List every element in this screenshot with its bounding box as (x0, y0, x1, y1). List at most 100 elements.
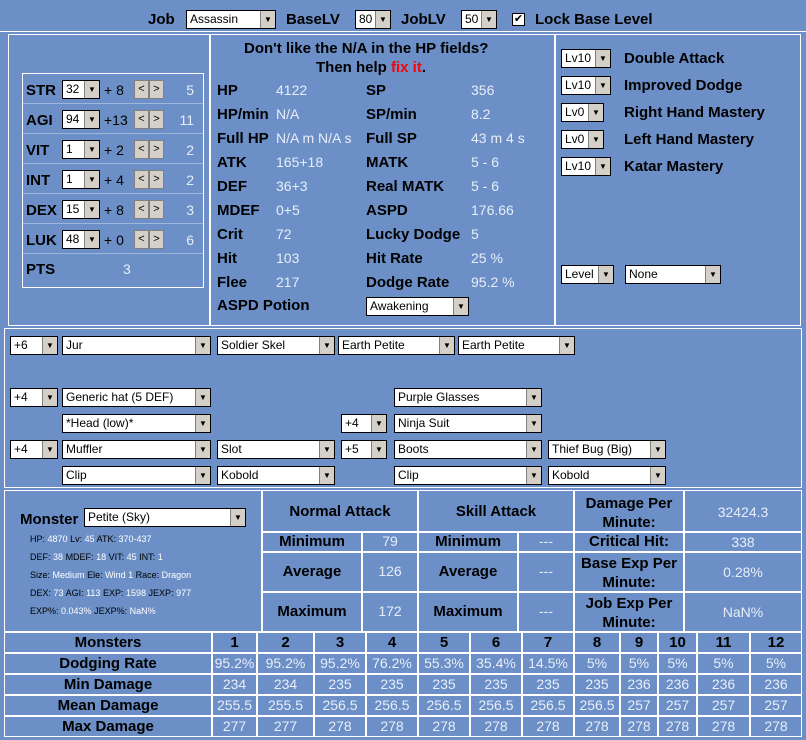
table-value: 236 (627, 676, 651, 692)
skill-level-select[interactable]: Lv10 ▼ (561, 49, 611, 68)
joblv-select[interactable]: 50 ▼ (461, 10, 497, 29)
increase-button[interactable]: > (149, 140, 164, 159)
weapon-card3-select[interactable]: Earth Petite ▼ (458, 336, 575, 355)
decrease-button[interactable]: < (134, 80, 149, 99)
lock-base-level-checkbox[interactable]: ✔ (512, 13, 525, 26)
skill-level-select[interactable]: Lv0 ▼ (561, 103, 604, 122)
buff-name-value: None (629, 267, 658, 281)
chevron-down-icon: ▼ (84, 231, 99, 248)
armor-select[interactable]: Ninja Suit ▼ (394, 414, 542, 433)
low-select[interactable]: *Head (low)* ▼ (62, 414, 211, 433)
table-value: 278 (711, 718, 736, 734)
stat-select-str[interactable]: 32 ▼ (62, 80, 100, 99)
monster-info-line: Size: Medium Ele: Wind 1 Race: Dragon (30, 570, 191, 580)
table-value: 278 (585, 718, 609, 734)
table-header: Monsters (74, 634, 142, 651)
monster-info-key: AGI: (65, 588, 84, 598)
monster-info-value: 370-437 (118, 534, 152, 544)
table-value: 278 (536, 718, 560, 734)
aspd-potion-select[interactable]: Awakening ▼ (366, 297, 469, 316)
garment-refine-select[interactable]: +4 ▼ (10, 440, 58, 459)
baselv-select[interactable]: 80 ▼ (355, 10, 391, 29)
damage-row-label: Minimum (279, 533, 345, 550)
stat-select-int[interactable]: 1 ▼ (62, 170, 100, 189)
notice-line-1: Don't like the N/A in the HP fields? (244, 40, 489, 57)
buff-name-select[interactable]: None ▼ (625, 265, 721, 284)
garment-card-select[interactable]: Slot ▼ (217, 440, 335, 459)
damage-row-label: Maximum (277, 603, 347, 620)
decrease-button[interactable]: < (134, 230, 149, 249)
acc2-card-select[interactable]: Kobold ▼ (548, 466, 666, 485)
monster-info-key: DEX: (30, 588, 52, 598)
job-select[interactable]: Assassin ▼ (186, 10, 276, 29)
buff-level-select[interactable]: Level ▼ (561, 265, 614, 284)
garment-select[interactable]: Muffler ▼ (62, 440, 211, 459)
table-value: 5% (713, 655, 734, 671)
weapon-select[interactable]: Jur ▼ (62, 336, 211, 355)
weapon-card2-select[interactable]: Earth Petite ▼ (338, 336, 455, 355)
increase-button[interactable]: > (149, 230, 164, 249)
chevron-down-icon: ▼ (453, 298, 468, 315)
derived-value: 5 (471, 226, 479, 242)
increase-button[interactable]: > (149, 80, 164, 99)
decrease-button[interactable]: < (134, 200, 149, 219)
normal-damage-value: 79 (382, 533, 398, 549)
derived-value: 95.2 % (471, 274, 515, 290)
weapon-refine-select[interactable]: +6 ▼ (10, 336, 58, 355)
stat-label-vit: VIT (26, 142, 50, 159)
skill-level-select[interactable]: Lv0 ▼ (561, 130, 604, 149)
table-header: 1 (230, 634, 239, 651)
shoes-card-select[interactable]: Thief Bug (Big) ▼ (548, 440, 666, 459)
pts-value: 3 (123, 261, 131, 277)
stat-select-vit[interactable]: 1 ▼ (62, 140, 100, 159)
chevron-down-icon: ▼ (526, 389, 541, 406)
derived-value: N/A m N/A s (276, 130, 352, 146)
decrease-button[interactable]: < (134, 140, 149, 159)
dpm-value: 32424.3 (717, 504, 769, 520)
chevron-down-icon: ▼ (595, 158, 610, 175)
chevron-down-icon: ▼ (526, 467, 541, 484)
joblv-label: JobLV (401, 11, 446, 28)
skill-level-select[interactable]: Lv10 ▼ (561, 157, 611, 176)
increase-button[interactable]: > (149, 170, 164, 189)
acc2-select[interactable]: Clip ▼ (394, 466, 542, 485)
weapon-card3-select-value: Earth Petite (462, 338, 525, 352)
fix-it-link[interactable]: fix it (391, 59, 422, 76)
stat-select-luk[interactable]: 48 ▼ (62, 230, 100, 249)
monster-select[interactable]: Petite (Sky) ▼ (84, 508, 246, 527)
acc1-select[interactable]: Clip ▼ (62, 466, 211, 485)
shoes-refine-select[interactable]: +5 ▼ (341, 440, 387, 459)
decrease-button[interactable]: < (134, 110, 149, 129)
chevron-down-icon: ▼ (319, 441, 334, 458)
decrease-button[interactable]: < (134, 170, 149, 189)
acc1-card-select[interactable]: Kobold ▼ (217, 466, 335, 485)
aspd-potion-value: Awakening (370, 299, 429, 313)
stat-select-dex[interactable]: 15 ▼ (62, 200, 100, 219)
armor-refine-select-value: +4 (345, 416, 359, 430)
table-header: 10 (669, 634, 686, 651)
monster-info-key: EXP%: (30, 606, 59, 616)
shoes-select[interactable]: Boots ▼ (394, 440, 542, 459)
skill-level-select-value: Lv0 (565, 132, 585, 146)
chevron-down-icon: ▼ (42, 337, 57, 354)
table-value: 278 (627, 718, 651, 734)
hat-refine-select[interactable]: +4 ▼ (10, 388, 58, 407)
increase-button[interactable]: > (149, 110, 164, 129)
table-value: 235 (380, 676, 404, 692)
skill-level-select[interactable]: Lv10 ▼ (561, 76, 611, 95)
joblv-value: 50 (465, 12, 479, 26)
increase-button[interactable]: > (149, 200, 164, 219)
damage-row-label: Average (282, 563, 342, 580)
derived-label: ASPD (366, 202, 408, 219)
garment-refine-select-value: +4 (14, 442, 28, 456)
table-value: 236 (665, 676, 690, 692)
table-value: 5% (586, 655, 608, 671)
skill-row-label: Average (438, 563, 498, 580)
stat-cost: 11 (179, 112, 194, 128)
chevron-down-icon: ▼ (84, 171, 99, 188)
stat-select-agi[interactable]: 94 ▼ (62, 110, 100, 129)
hat-select[interactable]: Generic hat (5 DEF) ▼ (62, 388, 211, 407)
armor-refine-select[interactable]: +4 ▼ (341, 414, 387, 433)
mid-select[interactable]: Purple Glasses ▼ (394, 388, 542, 407)
weapon-card1-select[interactable]: Soldier Skel ▼ (217, 336, 335, 355)
